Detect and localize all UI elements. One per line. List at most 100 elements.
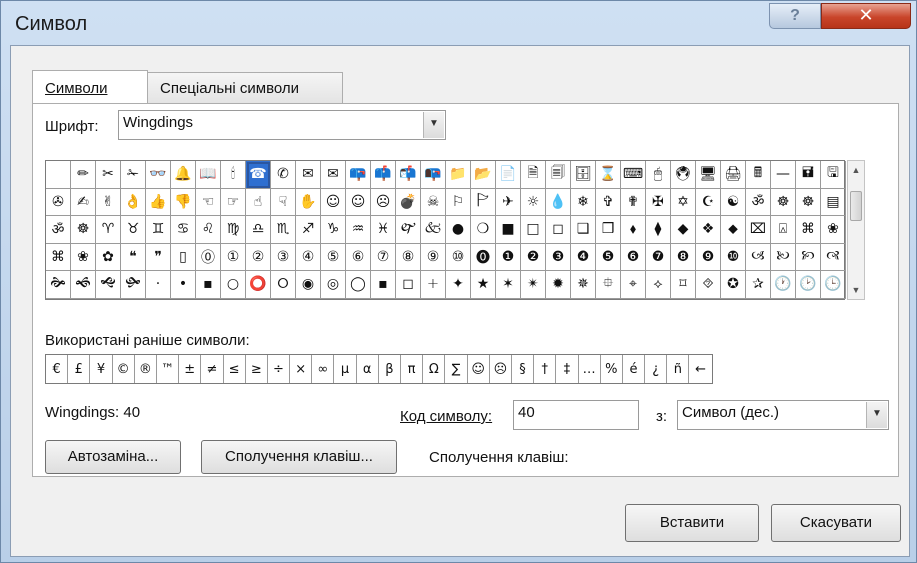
recent-symbol-cell[interactable]: † <box>534 355 557 383</box>
recent-symbol-cell[interactable]: ∞ <box>312 355 335 383</box>
symbol-cell[interactable]: 🗎 <box>521 161 546 189</box>
symbol-cell[interactable]: ॐ <box>46 216 71 244</box>
symbol-cell[interactable]: 📬 <box>396 161 421 189</box>
symbol-cell[interactable]: ✶ <box>496 271 521 299</box>
symbol-cell[interactable]: 👌 <box>121 188 146 216</box>
symbol-cell[interactable]: ♐ <box>296 216 321 244</box>
symbol-cell[interactable]: 🙣 <box>821 243 846 271</box>
symbol-cell[interactable]: ⌘ <box>46 243 71 271</box>
font-select[interactable]: Wingdings ▼ <box>118 110 446 140</box>
symbol-cell[interactable]: ✇ <box>46 188 71 216</box>
symbol-cell[interactable]: ⌨ <box>621 161 646 189</box>
symbol-cell[interactable]: 🖥 <box>696 161 721 189</box>
symbol-cell[interactable]: ⑤ <box>321 243 346 271</box>
symbol-cell[interactable]: 📁 <box>446 161 471 189</box>
symbol-cell[interactable]: ❹ <box>571 243 596 271</box>
recent-symbol-cell[interactable]: ← <box>689 355 711 383</box>
symbol-cell[interactable]: ⓿ <box>471 243 496 271</box>
symbol-cell[interactable]: □ <box>521 216 546 244</box>
symbol-cell[interactable]: ✁ <box>121 161 146 189</box>
symbol-cell[interactable]: ✂ <box>96 161 121 189</box>
symbol-cell[interactable]: ☹ <box>371 188 396 216</box>
symbol-cell[interactable]: ❶ <box>496 243 521 271</box>
scroll-up-icon[interactable]: ▲ <box>848 162 864 178</box>
symbol-cell[interactable]: ❸ <box>546 243 571 271</box>
symbol-cell[interactable]: ① <box>221 243 246 271</box>
symbol-cell[interactable]: 🕒 <box>821 271 846 299</box>
recent-symbol-cell[interactable]: π <box>401 355 424 383</box>
recent-symbol-cell[interactable]: % <box>601 355 623 383</box>
symbol-cell[interactable]: ❻ <box>621 243 646 271</box>
recent-symbol-cell[interactable]: ‡ <box>556 355 579 383</box>
symbol-cell[interactable]: ⑩ <box>446 243 471 271</box>
chevron-down-icon[interactable]: ▼ <box>866 402 887 428</box>
symbol-cell[interactable]: ◻ <box>396 271 421 299</box>
symbol-cell[interactable]: 🔔 <box>171 161 196 189</box>
symbol-cell[interactable]: 🕯 <box>221 161 246 189</box>
symbol-cell[interactable]: 📫 <box>371 161 396 189</box>
symbol-cell[interactable]: ③ <box>271 243 296 271</box>
symbol-cell[interactable]: ▪ <box>196 271 221 299</box>
symbol-cell[interactable]: ⬥ <box>721 216 746 244</box>
symbol-cell[interactable]: ❺ <box>596 243 621 271</box>
symbol-cell[interactable]: 🖩 <box>746 161 771 189</box>
symbol-cell[interactable]: 🖬 <box>796 161 821 189</box>
symbol-cell[interactable]: ⟡ <box>646 271 671 299</box>
recent-symbol-cell[interactable]: … <box>579 355 601 383</box>
symbol-cell[interactable]: 📖 <box>196 161 221 189</box>
symbol-cell[interactable]: ⌛ <box>596 161 621 189</box>
symbol-cell[interactable]: 🙡 <box>796 243 821 271</box>
recent-symbol-cell[interactable]: ÷ <box>268 355 291 383</box>
symbol-cell[interactable]: ♎ <box>246 216 271 244</box>
symbol-cell[interactable]: ☟ <box>271 188 296 216</box>
symbol-cell[interactable]: ♋ <box>171 216 196 244</box>
close-button[interactable]: ✕ <box>821 3 911 29</box>
symbol-cell[interactable]: ✋ <box>296 188 321 216</box>
symbol-cell[interactable]: 💧 <box>546 188 571 216</box>
symbol-cell[interactable]: ■ <box>496 216 521 244</box>
symbol-cell[interactable]: ▪ <box>371 271 396 299</box>
symbol-cell[interactable]: ⭕ <box>246 271 271 299</box>
symbol-cell[interactable]: ♍ <box>221 216 246 244</box>
symbol-cell[interactable]: ❿ <box>721 243 746 271</box>
symbol-cell[interactable]: ⧫ <box>646 216 671 244</box>
symbol-cell[interactable]: ◎ <box>321 271 346 299</box>
symbol-cell[interactable]: ☎ <box>246 161 271 189</box>
symbol-cell[interactable]: ◉ <box>296 271 321 299</box>
symbol-cell[interactable]: 🖨 <box>721 161 746 189</box>
symbol-cell[interactable]: 📪 <box>346 161 371 189</box>
symbol-cell[interactable]: ② <box>246 243 271 271</box>
recent-symbol-cell[interactable]: € <box>46 355 69 383</box>
tab-symbols[interactable]: Символи <box>32 70 148 103</box>
symbol-cell[interactable]: 🗐 <box>546 161 571 189</box>
symbol-cell[interactable]: 💣 <box>396 188 421 216</box>
symbol-cell[interactable]: · <box>146 271 171 299</box>
recent-symbol-cell[interactable]: é <box>623 355 646 383</box>
symbol-cell[interactable]: 👓 <box>146 161 171 189</box>
symbol-cell[interactable]: ⑧ <box>396 243 421 271</box>
symbol-cell[interactable]: ☯ <box>721 188 746 216</box>
symbol-cell[interactable]: • <box>171 271 196 299</box>
symbol-cell[interactable]: ✡ <box>671 188 696 216</box>
symbol-cell[interactable]: ♉ <box>121 216 146 244</box>
symbol-cell[interactable]: ◻ <box>546 216 571 244</box>
symbol-cell[interactable]: ♊ <box>146 216 171 244</box>
symbol-cell[interactable]: 👍 <box>146 188 171 216</box>
symbol-cell[interactable]: 📭 <box>421 161 446 189</box>
recent-symbol-cell[interactable]: § <box>512 355 535 383</box>
recent-symbol-cell[interactable]: ∑ <box>445 355 468 383</box>
recent-symbol-cell[interactable]: µ <box>334 355 357 383</box>
symbol-cell[interactable]: ⯐ <box>596 271 621 299</box>
symbol-cell[interactable]: ❼ <box>646 243 671 271</box>
scroll-down-icon[interactable]: ▼ <box>848 282 864 298</box>
recent-symbol-cell[interactable]: ≤ <box>224 355 246 383</box>
symbol-cell[interactable]: ⌑ <box>671 271 696 299</box>
recent-symbol-cell[interactable]: £ <box>68 355 91 383</box>
symbol-cell[interactable]: ⑦ <box>371 243 396 271</box>
symbol-cell[interactable]: ☼ <box>521 188 546 216</box>
symbol-cell[interactable]: ✉ <box>321 161 346 189</box>
from-select[interactable]: Символ (дес.) ▼ <box>677 400 889 430</box>
symbol-cell[interactable]: 🕐 <box>771 271 796 299</box>
recent-symbol-cell[interactable]: × <box>290 355 313 383</box>
recent-symbol-cell[interactable]: β <box>379 355 401 383</box>
